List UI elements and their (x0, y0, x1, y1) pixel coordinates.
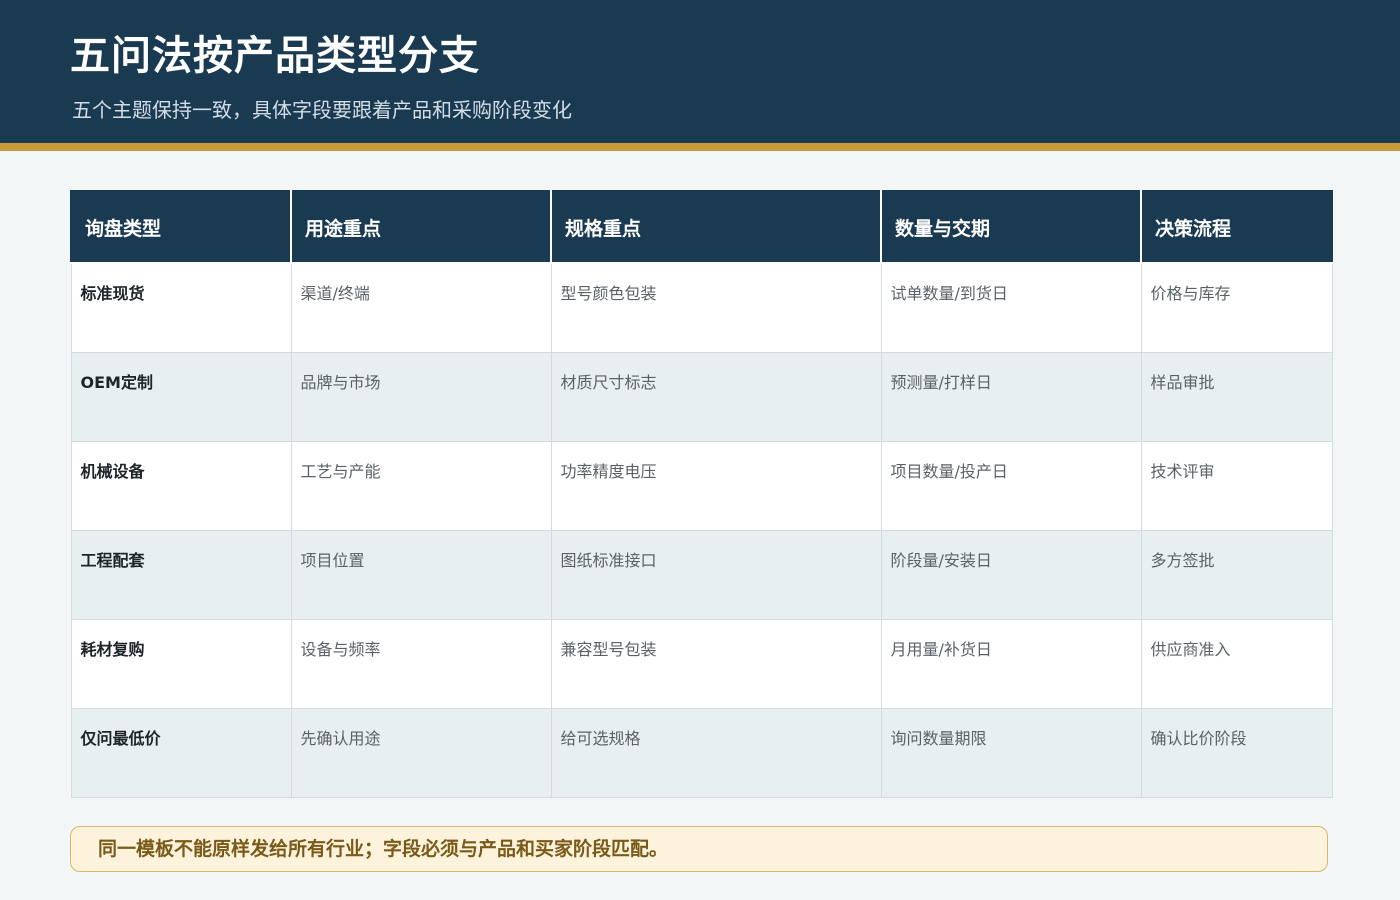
page-title: 五问法按产品类型分支 (70, 33, 480, 79)
column-header-usage-focus: 用途重点 (290, 190, 552, 264)
table-row: OEM定制 品牌与市场 材质尺寸标志 预测量/打样日 样品审批 (70, 351, 1333, 442)
table-row: 标准现货 渠道/终端 型号颜色包装 试单数量/到货日 价格与库存 (70, 262, 1333, 353)
inquiry-type-table: 询盘类型 用途重点 规格重点 数量与交期 决策流程 标准现货 渠道/终端 型号颜… (70, 190, 1333, 798)
cell-inquiry-type: 标准现货 (70, 262, 292, 353)
header-accent-rule (0, 143, 1400, 151)
cell-decision-process: 技术评审 (1140, 440, 1333, 531)
cell-inquiry-type: 工程配套 (70, 529, 292, 620)
cell-decision-process: 确认比价阶段 (1140, 707, 1333, 798)
column-header-quantity-delivery: 数量与交期 (880, 190, 1142, 264)
cell-usage-focus: 先确认用途 (290, 707, 552, 798)
cell-quantity-delivery: 询问数量期限 (880, 707, 1142, 798)
cell-spec-focus: 给可选规格 (550, 707, 882, 798)
column-header-inquiry-type: 询盘类型 (70, 190, 292, 264)
cell-inquiry-type: 仅问最低价 (70, 707, 292, 798)
cell-quantity-delivery: 预测量/打样日 (880, 351, 1142, 442)
table-row: 机械设备 工艺与产能 功率精度电压 项目数量/投产日 技术评审 (70, 440, 1333, 531)
column-header-spec-focus: 规格重点 (550, 190, 882, 264)
cell-decision-process: 样品审批 (1140, 351, 1333, 442)
cell-usage-focus: 品牌与市场 (290, 351, 552, 442)
cell-quantity-delivery: 项目数量/投产日 (880, 440, 1142, 531)
cell-inquiry-type: 机械设备 (70, 440, 292, 531)
cell-usage-focus: 工艺与产能 (290, 440, 552, 531)
cell-usage-focus: 项目位置 (290, 529, 552, 620)
cell-usage-focus: 渠道/终端 (290, 262, 552, 353)
cell-spec-focus: 兼容型号包装 (550, 618, 882, 709)
inquiry-type-table-container: 询盘类型 用途重点 规格重点 数量与交期 决策流程 标准现货 渠道/终端 型号颜… (70, 190, 1333, 798)
cell-decision-process: 多方签批 (1140, 529, 1333, 620)
header-banner: 五问法按产品类型分支 五个主题保持一致，具体字段要跟着产品和采购阶段变化 (0, 0, 1400, 143)
cell-spec-focus: 功率精度电压 (550, 440, 882, 531)
table-row: 耗材复购 设备与频率 兼容型号包装 月用量/补货日 供应商准入 (70, 618, 1333, 709)
cell-decision-process: 价格与库存 (1140, 262, 1333, 353)
cell-quantity-delivery: 试单数量/到货日 (880, 262, 1142, 353)
cell-quantity-delivery: 月用量/补货日 (880, 618, 1142, 709)
table-row: 工程配套 项目位置 图纸标准接口 阶段量/安装日 多方签批 (70, 529, 1333, 620)
warning-note: 同一模板不能原样发给所有行业；字段必须与产品和买家阶段匹配。 (70, 826, 1328, 872)
cell-quantity-delivery: 阶段量/安装日 (880, 529, 1142, 620)
cell-usage-focus: 设备与频率 (290, 618, 552, 709)
cell-spec-focus: 图纸标准接口 (550, 529, 882, 620)
cell-inquiry-type: OEM定制 (70, 351, 292, 442)
warning-note-text: 同一模板不能原样发给所有行业；字段必须与产品和买家阶段匹配。 (98, 838, 669, 860)
page-subtitle: 五个主题保持一致，具体字段要跟着产品和采购阶段变化 (72, 98, 572, 122)
cell-spec-focus: 型号颜色包装 (550, 262, 882, 353)
table-row: 仅问最低价 先确认用途 给可选规格 询问数量期限 确认比价阶段 (70, 707, 1333, 798)
cell-decision-process: 供应商准入 (1140, 618, 1333, 709)
cell-spec-focus: 材质尺寸标志 (550, 351, 882, 442)
cell-inquiry-type: 耗材复购 (70, 618, 292, 709)
table-header-row: 询盘类型 用途重点 规格重点 数量与交期 决策流程 (70, 190, 1333, 264)
column-header-decision-process: 决策流程 (1140, 190, 1333, 264)
